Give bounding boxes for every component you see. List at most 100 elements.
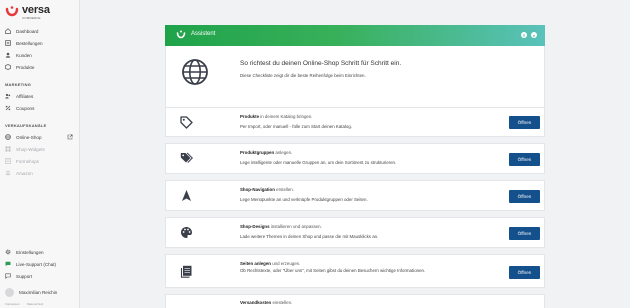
versa-logo-icon <box>176 30 186 39</box>
globe-icon <box>182 59 208 85</box>
step-title: Seiten anlegen und erzeugen. <box>240 261 300 266</box>
step-title-suffix: in deinem Katalog bringen. <box>260 114 313 119</box>
step-title-suffix: und erzeugen. <box>272 261 301 266</box>
brand-name: versa <box>22 4 50 16</box>
sidebar-item-label: Affiliates <box>16 93 34 99</box>
sidebar-item-coupons[interactable]: Coupons <box>5 103 77 113</box>
sidebar-item-online-shop[interactable]: Online-Shop <box>5 132 77 142</box>
step-card-seiten: Seiten anlegen und erzeugen. Ob Rechtste… <box>165 254 545 288</box>
avatar <box>5 288 14 297</box>
tags-icon <box>180 152 193 163</box>
customers-icon <box>5 52 11 58</box>
user-name: Maximilian Reichin <box>19 290 58 295</box>
sidebar-item-label: Live-Support (Chat) <box>16 261 57 267</box>
step-title-suffix: einstellen. <box>272 300 293 305</box>
step-title-strong: Versandkosten <box>240 300 272 305</box>
open-button[interactable]: Öffnen <box>509 153 540 166</box>
sidebar-item-label: Kunden <box>16 52 32 58</box>
sidebar-item-live-support[interactable]: Live-Support (Chat) <box>5 259 77 269</box>
brand-tagline: COMMERCE <box>22 16 41 20</box>
palette-icon <box>181 227 192 238</box>
sidebar: versa COMMERCE Dashboard Bestellungen Ku… <box>0 0 80 308</box>
coupons-icon <box>5 105 11 111</box>
step-title-suffix: installieren und anpassen. <box>270 224 322 229</box>
form-icon <box>5 158 11 164</box>
home-icon <box>5 28 11 34</box>
sidebar-item-label: Bestellungen <box>16 40 43 46</box>
open-button[interactable]: Öffnen <box>509 266 540 279</box>
open-button[interactable]: Öffnen <box>509 190 540 203</box>
gear-icon <box>5 249 11 255</box>
help-icon <box>5 273 11 279</box>
sidebar-item-dashboard[interactable]: Dashboard <box>5 26 77 36</box>
sidebar-item-formshops[interactable]: Formshops <box>5 156 77 166</box>
sidebar-item-label: Coupons <box>16 105 35 111</box>
orders-icon <box>5 40 11 46</box>
intro-title: So richtest du deinen Online-Shop Schrit… <box>240 60 402 67</box>
step-title-strong: Produktgruppen <box>240 150 275 155</box>
step-title: Produkte in deinem Katalog bringen. <box>240 114 313 119</box>
step-card-produkte: Produkte in deinem Katalog bringen. Per … <box>165 107 545 137</box>
close-icon[interactable]: × <box>531 32 537 38</box>
sidebar-item-produkte[interactable]: Produkte <box>5 62 77 72</box>
sidebar-item-label: Shop-Widgets <box>16 146 45 152</box>
step-title-suffix: erstellen. <box>276 187 294 192</box>
footer-links: Impressum Datenschutz <box>5 302 49 306</box>
sidebar-item-bestellungen[interactable]: Bestellungen <box>5 38 77 48</box>
sidebar-item-affiliates[interactable]: Affiliates <box>5 91 77 101</box>
sidebar-item-label: Amazon <box>16 170 33 176</box>
step-title: Versandkosten einstellen. <box>240 300 292 305</box>
step-title-strong: Shop-Navigation <box>240 187 275 192</box>
step-description: Ob Rechtstexte, oder "Über uns", mit Sei… <box>240 268 426 273</box>
step-description: Lege Menüpunkte an und verknüpfe Produkt… <box>240 197 368 202</box>
pages-icon <box>180 265 192 278</box>
widget-icon <box>5 146 11 152</box>
step-title-suffix: anlegen. <box>275 150 293 155</box>
sidebar-item-label: Formshops <box>16 158 39 164</box>
footer-link-impressum[interactable]: Impressum <box>5 302 20 306</box>
step-title: Shop-Designs installieren und anpassen. <box>240 224 322 229</box>
sidebar-item-label: Online-Shop <box>16 134 42 140</box>
globe-icon <box>5 134 11 140</box>
channels-heading: VERKAUFSKANÄLE <box>5 123 47 128</box>
sidebar-item-support[interactable]: Support <box>5 271 77 281</box>
step-title: Produktgruppen anlegen. <box>240 150 292 155</box>
step-title-strong: Seiten anlegen <box>240 261 271 266</box>
marketing-heading: MARKETING <box>5 82 32 87</box>
brand-logo[interactable]: versa COMMERCE <box>5 4 75 22</box>
chat-icon <box>5 261 11 267</box>
versa-logo-icon <box>5 6 19 17</box>
amazon-icon <box>5 170 11 176</box>
tag-icon <box>180 116 193 129</box>
products-icon <box>5 64 11 70</box>
sidebar-item-label: Dashboard <box>16 28 39 34</box>
assistant-header: Assistent ? × <box>165 25 545 46</box>
step-card-shop-designs: Shop-Designs installieren und anpassen. … <box>165 217 545 248</box>
step-card-shop-navigation: Shop-Navigation erstellen. Lege Menüpunk… <box>165 180 545 211</box>
external-link-icon[interactable] <box>67 134 73 140</box>
step-card-produktgruppen: Produktgruppen anlegen. Lege intelligent… <box>165 143 545 174</box>
step-description: Per Import, oder manuell - fülle zum Sta… <box>240 124 353 129</box>
step-description: Lade weitere Themes in deinen Shop und p… <box>240 234 379 239</box>
sidebar-item-label: Produkte <box>16 64 35 70</box>
step-title-strong: Shop-Designs <box>240 224 270 229</box>
user-menu[interactable]: Maximilian Reichin <box>5 288 57 297</box>
sidebar-item-label: Support <box>16 273 33 279</box>
step-title: Shop-Navigation erstellen. <box>240 187 294 192</box>
step-description: Lege intelligente oder manuelle Gruppen … <box>240 160 397 165</box>
open-button[interactable]: Öffnen <box>509 116 540 129</box>
sidebar-item-label: Einstellungen <box>16 249 44 255</box>
navigation-arrow-icon <box>182 190 191 201</box>
affiliates-icon <box>5 93 11 99</box>
help-icon[interactable]: ? <box>521 32 527 38</box>
step-title-strong: Produkte <box>240 114 260 119</box>
sidebar-item-amazon[interactable]: Amazon <box>5 168 77 178</box>
step-card-versandkosten: Versandkosten einstellen. <box>165 294 545 308</box>
sidebar-item-kunden[interactable]: Kunden <box>5 50 77 60</box>
intro-text: Diese Checkliste zeigt dir die beste Rei… <box>240 73 366 78</box>
footer-link-datenschutz[interactable]: Datenschutz <box>27 302 44 306</box>
open-button[interactable]: Öffnen <box>509 227 540 240</box>
sidebar-item-shop-widgets[interactable]: Shop-Widgets <box>5 144 77 154</box>
sidebar-item-einstellungen[interactable]: Einstellungen <box>5 247 77 257</box>
assistant-title: Assistent <box>191 31 216 37</box>
